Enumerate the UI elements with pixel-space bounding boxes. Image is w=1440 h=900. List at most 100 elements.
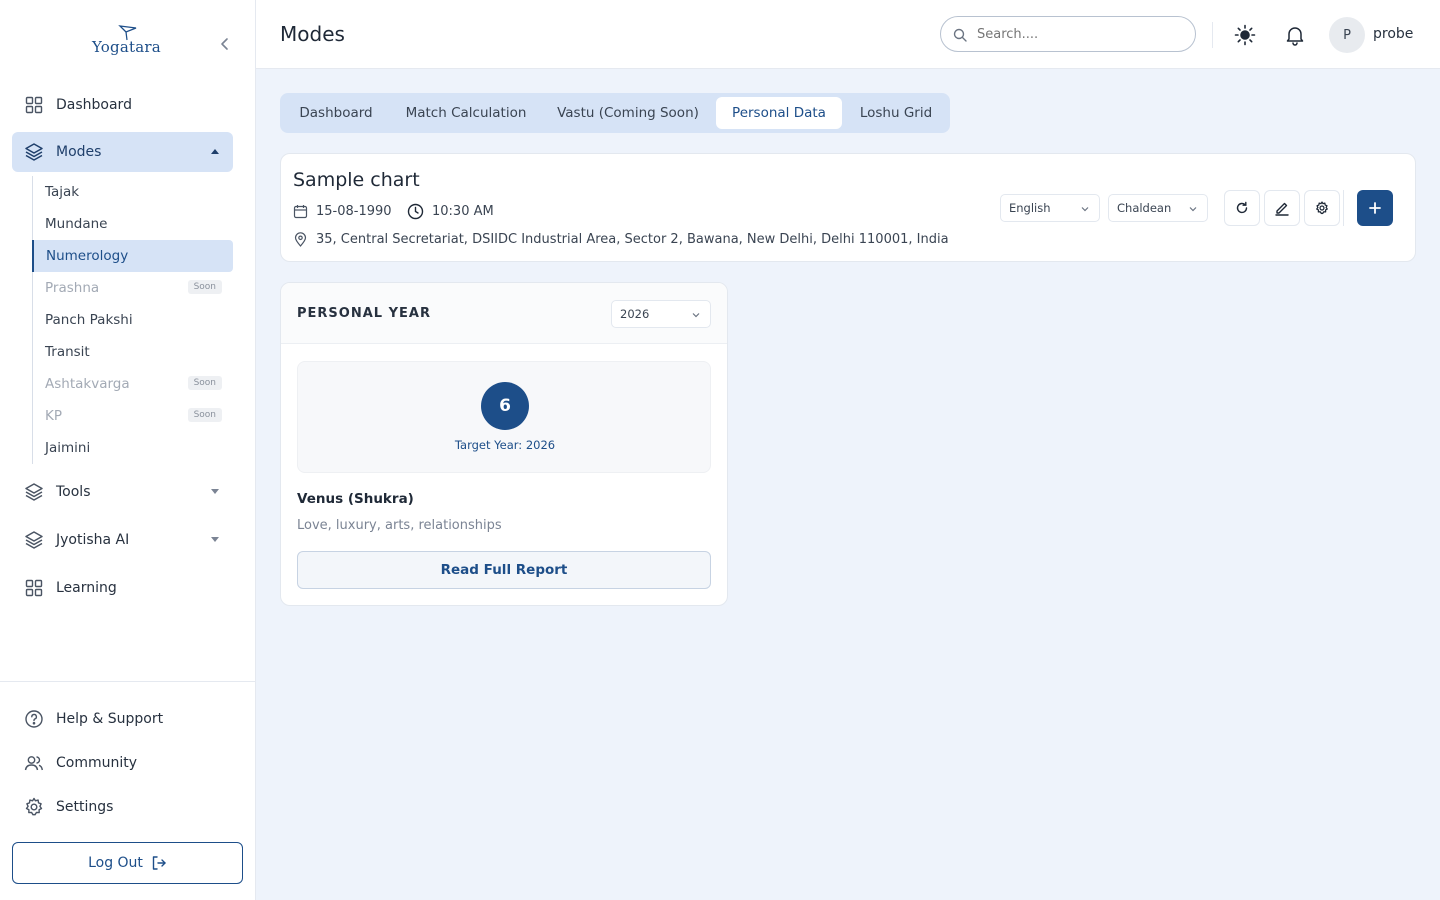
sub-item-label: Mundane <box>45 216 108 232</box>
tab-loshu-grid[interactable]: Loshu Grid <box>846 97 946 129</box>
page-title: Modes <box>280 22 345 46</box>
bell-icon[interactable] <box>1284 24 1306 46</box>
edit-button[interactable] <box>1264 190 1300 226</box>
help-support-link[interactable]: Help & Support <box>24 707 163 731</box>
brand-name: Yogatara <box>92 38 161 56</box>
sub-item-panch-pakshi[interactable]: Panch Pakshi <box>33 304 234 336</box>
chart-name: Sample chart <box>293 169 420 191</box>
language-value: English <box>1009 201 1051 215</box>
numerology-system-select[interactable]: Chaldean <box>1108 194 1208 222</box>
nav-jyotisha-ai-label: Jyotisha AI <box>56 532 130 548</box>
clock-icon <box>407 203 424 220</box>
soon-badge: Soon <box>187 376 222 390</box>
logout-button[interactable]: Log Out <box>12 842 243 884</box>
chevron-down-icon <box>1189 207 1197 212</box>
sub-item-kp[interactable]: KP Soon <box>33 400 234 432</box>
grid-icon <box>24 95 44 115</box>
sub-item-label: Prashna <box>45 280 100 296</box>
help-circle-icon <box>25 710 43 728</box>
settings-label: Settings <box>56 799 114 815</box>
caret-up-icon <box>211 149 219 154</box>
personal-year-number-box: 6 Target Year: 2026 <box>297 361 711 473</box>
chart-info-card: Sample chart 15-08-1990 10:30 AM 35, Cen… <box>280 153 1416 262</box>
add-chart-button[interactable] <box>1357 190 1393 226</box>
sub-item-numerology[interactable]: Numerology <box>32 240 233 272</box>
personal-year-number: 6 <box>481 382 529 430</box>
plus-icon <box>1369 202 1381 214</box>
year-select[interactable]: 2026 <box>611 300 711 328</box>
user-name[interactable]: probe <box>1373 26 1413 42</box>
tab-dashboard[interactable]: Dashboard <box>284 97 388 129</box>
personal-year-header: PERSONAL YEAR 2026 <box>281 283 727 344</box>
sun-icon[interactable] <box>1233 23 1257 47</box>
avatar[interactable]: P <box>1329 17 1365 53</box>
system-value: Chaldean <box>1117 201 1172 215</box>
community-label: Community <box>56 755 138 771</box>
ruling-planet: Venus (Shukra) <box>297 491 414 507</box>
sub-item-ashtakvarga[interactable]: Ashtakvarga Soon <box>33 368 234 400</box>
community-link[interactable]: Community <box>24 751 137 775</box>
sub-item-label: Numerology <box>46 248 129 264</box>
sub-item-label: Panch Pakshi <box>45 312 133 328</box>
nav-dashboard-label: Dashboard <box>56 97 132 113</box>
tab-vastu[interactable]: Vastu (Coming Soon) <box>544 97 712 129</box>
chart-date: 15-08-1990 <box>293 204 392 219</box>
chart-location: 35, Central Secretariat, DSIIDC Industri… <box>293 232 949 247</box>
logout-icon <box>152 856 166 870</box>
language-select[interactable]: English <box>1000 194 1100 222</box>
nav-modes[interactable]: Modes <box>12 132 233 172</box>
nav-modes-label: Modes <box>56 144 102 160</box>
logout-label: Log Out <box>88 855 143 871</box>
actions-divider <box>1343 190 1344 226</box>
nav-tools-label: Tools <box>56 484 91 500</box>
brand-logo[interactable]: Yogatara <box>92 24 168 66</box>
search-icon <box>953 28 967 42</box>
layers-icon <box>24 142 44 162</box>
sub-item-prashna[interactable]: Prashna Soon <box>33 272 234 304</box>
sub-item-label: Tajak <box>45 184 80 200</box>
refresh-button[interactable] <box>1224 190 1260 226</box>
caret-down-icon <box>211 489 219 494</box>
chart-date-value: 15-08-1990 <box>316 204 392 219</box>
nav-tools[interactable]: Tools <box>12 472 233 512</box>
read-full-report-button[interactable]: Read Full Report <box>297 551 711 589</box>
planet-description: Love, luxury, arts, relationships <box>297 518 502 533</box>
users-icon <box>24 756 43 771</box>
gear-icon <box>25 797 43 816</box>
sub-item-label: KP <box>45 408 62 424</box>
mode-tabs: Dashboard Match Calculation Vastu (Comin… <box>280 93 950 133</box>
personal-year-card: PERSONAL YEAR 2026 6 Target Year: 2026 V… <box>280 282 728 606</box>
chevron-down-icon <box>692 313 700 318</box>
sub-item-transit[interactable]: Transit <box>33 336 234 368</box>
pencil-icon <box>1275 202 1289 216</box>
nav-jyotisha-ai[interactable]: Jyotisha AI <box>12 520 233 560</box>
tab-match-calculation[interactable]: Match Calculation <box>392 97 540 129</box>
sub-item-jaimini[interactable]: Jaimini <box>33 432 234 464</box>
chart-settings-button[interactable] <box>1304 190 1340 226</box>
sidebar-divider <box>0 681 255 682</box>
personal-year-title: PERSONAL YEAR <box>297 306 431 321</box>
chart-time: 10:30 AM <box>407 203 494 220</box>
collapse-sidebar-icon[interactable] <box>216 35 234 53</box>
tab-personal-data[interactable]: Personal Data <box>716 97 842 129</box>
grid-icon <box>24 578 44 598</box>
chart-time-value: 10:30 AM <box>432 204 494 219</box>
header-divider <box>1212 22 1213 48</box>
nav-dashboard[interactable]: Dashboard <box>12 85 233 125</box>
modes-submenu: Tajak Mundane Numerology Prashna Soon Pan… <box>32 176 233 464</box>
sub-item-tajak[interactable]: Tajak <box>33 176 234 208</box>
chevron-down-icon <box>1081 207 1089 212</box>
target-year-label: Target Year: 2026 <box>454 438 556 452</box>
location-pin-icon <box>294 232 307 247</box>
chart-location-value: 35, Central Secretariat, DSIIDC Industri… <box>316 232 949 247</box>
layers-icon <box>24 530 44 550</box>
sub-item-mundane[interactable]: Mundane <box>33 208 234 240</box>
soon-badge: Soon <box>187 408 222 422</box>
search-input[interactable] <box>940 16 1196 52</box>
gear-icon <box>1316 201 1328 215</box>
nav-learning[interactable]: Learning <box>12 568 233 608</box>
top-header: Modes P probe <box>256 0 1440 69</box>
settings-link[interactable]: Settings <box>24 795 113 819</box>
nav-learning-label: Learning <box>56 580 117 596</box>
caret-down-icon <box>211 537 219 542</box>
